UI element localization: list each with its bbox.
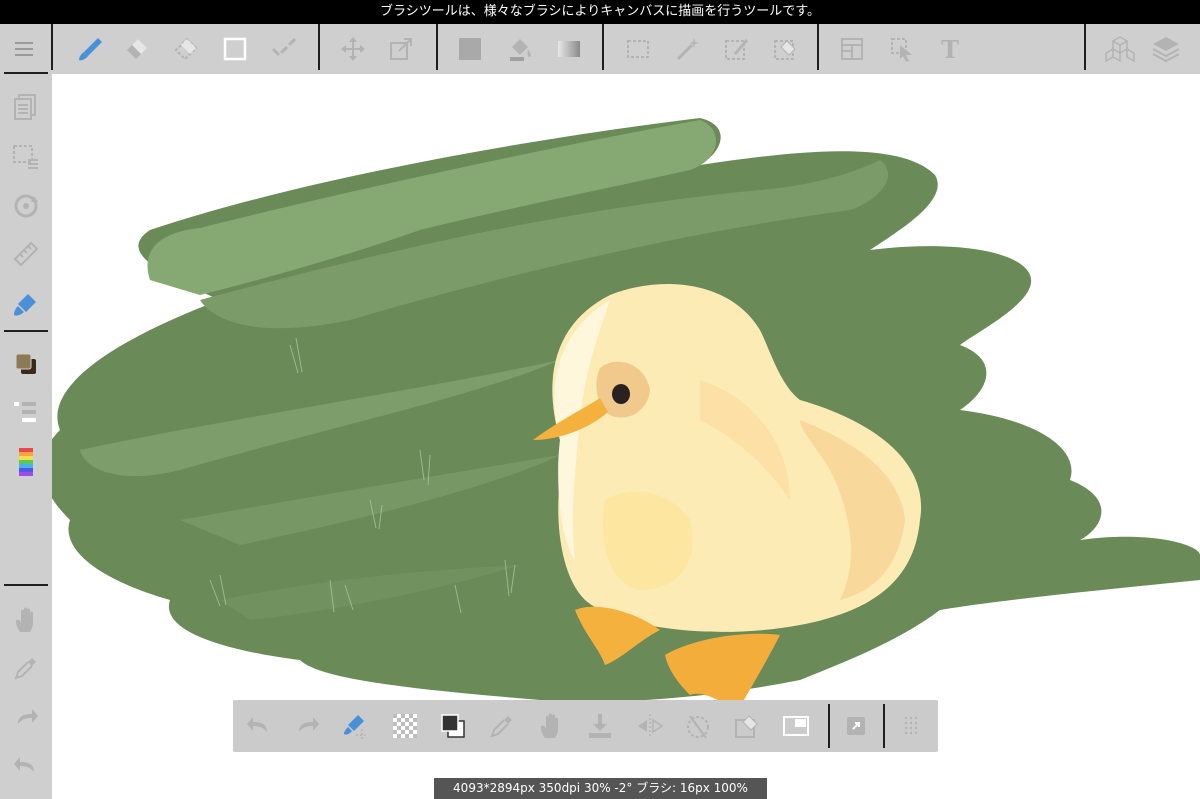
undo-icon[interactable] bbox=[8, 748, 44, 784]
toolbar-separator bbox=[883, 704, 885, 748]
tooltip-banner: ブラシツールは、様々なブラシによりキャンバスに描画を行うツールです。 bbox=[0, 0, 1200, 24]
layers-icon[interactable] bbox=[1148, 31, 1184, 67]
eraser-icon[interactable] bbox=[119, 31, 155, 67]
menu-icon[interactable] bbox=[6, 31, 42, 67]
canvas-artwork[interactable] bbox=[0, 0, 1200, 799]
sidebar-separator bbox=[4, 584, 48, 586]
color-swap-icon[interactable] bbox=[435, 708, 471, 744]
color-palette-icon[interactable] bbox=[8, 444, 44, 480]
transparent-icon[interactable] bbox=[387, 708, 423, 744]
undo-icon[interactable] bbox=[241, 708, 277, 744]
sidebar-separator bbox=[4, 72, 48, 74]
sidebar-separator bbox=[4, 330, 48, 332]
brush-icon[interactable] bbox=[72, 31, 108, 67]
frame-divide-icon[interactable] bbox=[834, 31, 870, 67]
select-rect-icon[interactable] bbox=[620, 31, 656, 67]
brush-list-icon[interactable] bbox=[8, 394, 44, 430]
pages-icon[interactable] bbox=[8, 90, 44, 126]
shape-icon[interactable] bbox=[217, 31, 253, 67]
canvas-status-bar: 4093*2894px 350dpi 30% -2° ブラシ: 16px 100… bbox=[434, 778, 767, 799]
toolbar-separator bbox=[51, 24, 53, 70]
snap-icon[interactable] bbox=[337, 708, 373, 744]
top-toolbar: T bbox=[0, 24, 1200, 74]
color-icon[interactable] bbox=[8, 346, 44, 382]
fit-screen-icon[interactable] bbox=[778, 708, 814, 744]
hand-icon[interactable] bbox=[533, 708, 569, 744]
select-arrow-icon[interactable] bbox=[884, 31, 920, 67]
left-sidebar bbox=[0, 72, 52, 799]
brush-settings-icon[interactable] bbox=[8, 286, 44, 322]
ruler-icon[interactable] bbox=[8, 236, 44, 272]
eyedropper-icon[interactable] bbox=[484, 708, 520, 744]
toolbar-separator bbox=[817, 24, 819, 70]
magic-wand-icon[interactable] bbox=[670, 31, 706, 67]
rotate-icon[interactable] bbox=[8, 188, 44, 224]
gradient-icon[interactable] bbox=[551, 31, 587, 67]
blur-eraser-icon[interactable] bbox=[168, 31, 204, 67]
toolbar-separator bbox=[318, 24, 320, 70]
select-eraser-icon[interactable] bbox=[767, 31, 803, 67]
fill-color-icon[interactable] bbox=[452, 31, 488, 67]
selection-menu-icon[interactable] bbox=[8, 138, 44, 174]
toolbar-separator bbox=[602, 24, 604, 70]
dot-icon[interactable] bbox=[266, 31, 302, 67]
toolbar-separator bbox=[1084, 24, 1086, 70]
move-icon[interactable] bbox=[335, 31, 371, 67]
fullscreen-icon[interactable] bbox=[838, 708, 874, 744]
redo-icon[interactable] bbox=[8, 700, 44, 736]
download-icon[interactable] bbox=[582, 708, 618, 744]
text-icon[interactable]: T bbox=[932, 31, 968, 67]
select-pen-icon[interactable] bbox=[718, 31, 754, 67]
flip-icon[interactable] bbox=[632, 708, 668, 744]
toolbar-separator bbox=[436, 24, 438, 70]
material-icon[interactable] bbox=[1102, 31, 1138, 67]
eyedropper-icon[interactable] bbox=[8, 650, 44, 686]
toolbar-separator bbox=[828, 704, 830, 748]
transform-icon[interactable] bbox=[383, 31, 419, 67]
clear-icon[interactable] bbox=[729, 708, 765, 744]
bottom-toolbar bbox=[233, 700, 938, 752]
rotate-reset-icon[interactable] bbox=[680, 708, 716, 744]
bucket-icon[interactable] bbox=[502, 31, 538, 67]
hand-icon[interactable] bbox=[8, 602, 44, 638]
grip-icon[interactable] bbox=[893, 708, 929, 744]
redo-icon[interactable] bbox=[289, 708, 325, 744]
